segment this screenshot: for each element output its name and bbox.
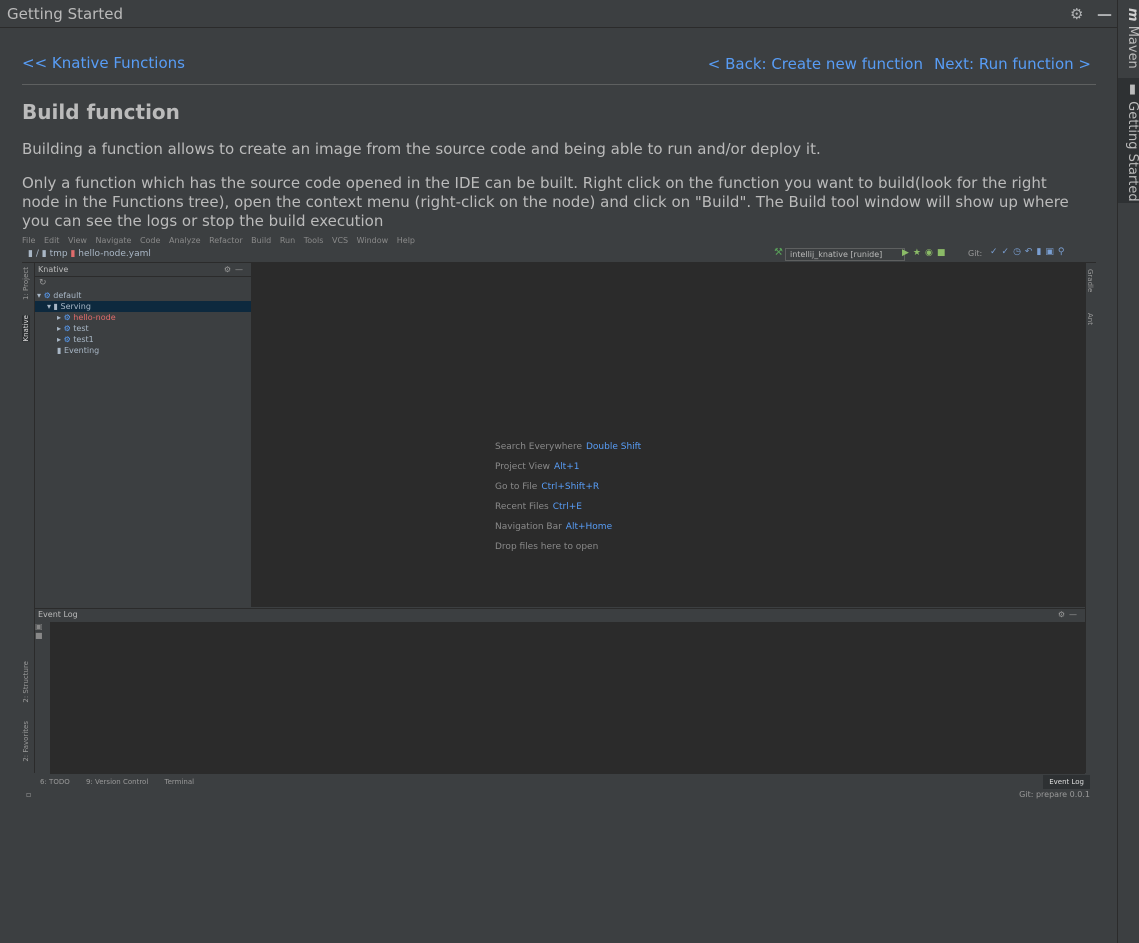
event-log-toolbar: ▣ ■	[35, 622, 43, 640]
breadcrumb-folder: tmp	[49, 249, 68, 259]
bottom-tabs: 6: TODO 9: Version Control Terminal	[40, 775, 208, 789]
paragraph-intro: Building a function allows to create an …	[22, 140, 821, 158]
event-log-title: Event Log	[38, 610, 78, 619]
git-status: Git: prepare 0.0.1	[1019, 790, 1090, 799]
menu-tools: Tools	[303, 236, 324, 245]
menu-window: Window	[356, 236, 389, 245]
event-log-panel: Event Log ⚙— ▣ ■	[35, 608, 1085, 774]
hint-row: Recent Files Ctrl+E	[495, 502, 582, 512]
maven-tab-label: Maven	[1125, 25, 1139, 69]
menu-edit: Edit	[43, 236, 60, 245]
statusbar-toggle-icon: ▫	[26, 790, 32, 799]
editor-area: Search Everywhere Double Shift Project Vi…	[252, 263, 1085, 607]
home-link[interactable]: << Knative Functions	[22, 54, 185, 72]
page-title: Build function	[22, 100, 180, 124]
navigation-bar: << Knative Functions < Back: Create new …	[22, 54, 1096, 85]
run-debug-icons: ▶★◉■	[902, 248, 950, 258]
breadcrumb-root: /	[35, 249, 39, 259]
ide-screenshot-image: File Edit View Navigate Code Analyze Ref…	[22, 236, 1096, 804]
gear-icon[interactable]: ⚙	[1070, 5, 1083, 23]
screenshot-breadcrumb: ▮ / ▮ tmp ▮ hello-node.yaml	[28, 249, 151, 259]
screenshot-menubar: File Edit View Navigate Code Analyze Ref…	[22, 236, 1096, 245]
breadcrumb-file: hello-node.yaml	[78, 249, 151, 259]
todo-tab: 6: TODO	[40, 778, 70, 786]
vcs-tab: 9: Version Control	[85, 778, 149, 786]
tool-window-header: Getting Started ⚙ —	[0, 0, 1117, 28]
screenshot-left-strip: 1: Project Knative 2: Structure 2: Favor…	[22, 263, 35, 773]
maven-icon: m	[1125, 8, 1139, 22]
menu-run: Run	[279, 236, 296, 245]
knative-panel-header: Knative ⚙—	[35, 263, 251, 277]
screenshot-right-strip: Gradle Ant	[1085, 263, 1096, 773]
tool-window-title: Getting Started	[7, 5, 123, 23]
event-log-gear-icon: ⚙—	[1057, 610, 1081, 619]
panel-gear-icon: ⚙—	[223, 265, 247, 274]
tree-node-serving: ▾ ▮ Serving	[35, 301, 251, 312]
editor-hints: Search Everywhere Double Shift Project Vi…	[495, 437, 641, 557]
tree-node-default: ▾ ⚙ default	[37, 291, 82, 300]
ant-tab: Ant	[1086, 313, 1094, 325]
tree-node-test1: ▸ ⚙ test1	[57, 335, 94, 344]
knative-tab: Knative	[22, 315, 30, 342]
hint-row: Drop files here to open	[495, 542, 599, 552]
project-tab: 1: Project	[22, 267, 30, 300]
minimize-icon[interactable]: —	[1097, 5, 1112, 23]
getting-started-tab[interactable]: ▮ Getting Started	[1118, 78, 1139, 203]
knative-panel: Knative ⚙— ↻ ▾ ⚙ default ▾ ▮ Serving ▸ ⚙…	[35, 263, 252, 607]
event-log-body	[50, 622, 1085, 774]
maven-tab[interactable]: m Maven	[1118, 4, 1139, 74]
build-hammer-icon: ⚒	[774, 247, 783, 258]
terminal-tab: Terminal	[164, 778, 195, 786]
hint-row: Search Everywhere Double Shift	[495, 442, 642, 452]
menu-view: View	[67, 236, 87, 245]
nav-right: < Back: Create new function Next: Run fu…	[702, 54, 1091, 73]
menu-analyze: Analyze	[168, 236, 201, 245]
screenshot-statusbar: ▫ Git: prepare 0.0.1	[22, 789, 1096, 801]
folder-icon: ▮	[41, 249, 47, 259]
vcs-icons: ✓✓◷↶▮▣⚲	[990, 247, 1069, 257]
back-link[interactable]: < Back: Create new function	[708, 55, 923, 73]
hint-row: Go to File Ctrl+Shift+R	[495, 482, 600, 492]
yaml-file-icon: ▮	[70, 249, 76, 259]
event-log-header: Event Log ⚙—	[35, 609, 1085, 621]
tree-node-eventing: ▮ Eventing	[57, 346, 100, 355]
paragraph-instructions: Only a function which has the source cod…	[22, 174, 1069, 230]
screenshot-tool-tabs: 6: TODO 9: Version Control Terminal Even…	[22, 775, 1096, 789]
tree-node-hello-node: ▸ ⚙ hello-node	[57, 313, 116, 322]
knative-panel-title: Knative	[38, 265, 69, 274]
run-configuration-select: intellij_knative [runide]	[785, 248, 905, 261]
menu-code: Code	[139, 236, 161, 245]
tree-node-test: ▸ ⚙ test	[57, 324, 89, 333]
gradle-tab: Gradle	[1086, 269, 1094, 293]
refresh-icon: ↻	[39, 278, 47, 288]
knative-tree: ▾ ⚙ default ▾ ▮ Serving ▸ ⚙ hello-node ▸…	[35, 290, 251, 356]
menu-vcs: VCS	[331, 236, 349, 245]
menu-file: File	[22, 236, 36, 245]
menu-navigate: Navigate	[95, 236, 132, 245]
menu-refactor: Refactor	[209, 236, 243, 245]
structure-tab: 2: Structure	[22, 661, 30, 703]
git-label: Git:	[968, 249, 983, 258]
screenshot-navbar: ▮ / ▮ tmp ▮ hello-node.yaml ⚒ intellij_k…	[22, 246, 1096, 263]
document-icon: ▮	[1125, 82, 1139, 97]
menu-build: Build	[251, 236, 272, 245]
hint-row: Project View Alt+1	[495, 462, 580, 472]
event-log-tab: Event Log	[1043, 775, 1090, 789]
favorites-tab: 2: Favorites	[22, 721, 30, 762]
folder-icon: ▮	[28, 249, 33, 259]
right-tool-strip: m Maven ▮ Getting Started	[1117, 0, 1139, 943]
next-link[interactable]: Next: Run function >	[934, 55, 1091, 73]
menu-help: Help	[396, 236, 415, 245]
hint-row: Navigation Bar Alt+Home	[495, 522, 613, 532]
getting-started-tab-label: Getting Started	[1125, 101, 1139, 202]
getting-started-content: << Knative Functions < Back: Create new …	[0, 28, 1117, 943]
